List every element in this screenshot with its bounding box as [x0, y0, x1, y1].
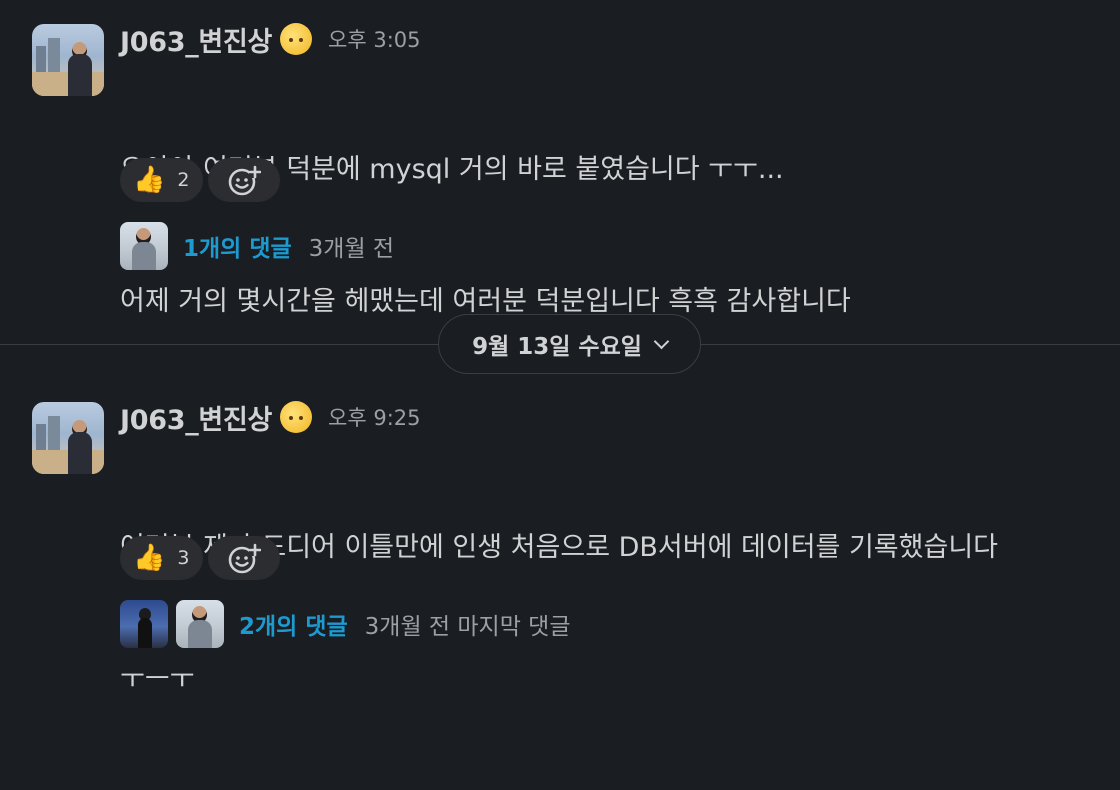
reply-count-link[interactable]: 2개의 댓글 — [239, 607, 348, 641]
reaction-thumbs-up[interactable]: 👍 3 — [120, 536, 204, 580]
avatar[interactable] — [32, 24, 104, 96]
reaction-count: 2 — [177, 169, 190, 191]
timestamp[interactable]: 오후 3:05 — [328, 24, 420, 54]
add-reaction-button[interactable] — [208, 158, 281, 202]
author-name[interactable]: J063_변진상 — [120, 20, 272, 59]
date-divider-button[interactable]: 9월 13일 수요일 — [438, 314, 701, 374]
message: J063_변진상 오후 9:25 여러분 제가 드디어 이틀만에 인생 처음으로… — [0, 378, 1120, 695]
thumbs-up-icon: 👍 — [133, 165, 166, 195]
add-reaction-button[interactable] — [208, 536, 281, 580]
reaction-thumbs-up[interactable]: 👍 2 — [120, 158, 204, 202]
reaction-count: 3 — [177, 547, 190, 569]
date-label: 9월 13일 수요일 — [472, 334, 642, 360]
message-header: J063_변진상 오후 3:05 — [120, 20, 421, 59]
avatar[interactable] — [32, 402, 104, 474]
reaction-bar: 👍 3 — [120, 536, 281, 580]
chevron-down-icon — [653, 333, 670, 349]
reply-avatar — [176, 600, 224, 648]
thread-replies[interactable]: 1개의 댓글 3개월 전 — [120, 222, 394, 270]
thread-replies[interactable]: 2개의 댓글 3개월 전 마지막 댓글 — [120, 600, 571, 648]
message: J063_변진상 오후 3:05 으아아 여러분 덕분에 mysql 거의 바로… — [0, 0, 1120, 317]
add-reaction-icon — [229, 165, 262, 196]
reply-count-link[interactable]: 1개의 댓글 — [183, 229, 292, 263]
message-line: ㅜㅡㅜ — [120, 664, 195, 695]
author-name[interactable]: J063_변진상 — [120, 398, 272, 437]
status-emoji-icon[interactable] — [280, 401, 313, 433]
reply-avatar — [120, 222, 168, 270]
reaction-bar: 👍 2 — [120, 158, 281, 202]
thumbs-up-icon: 👍 — [133, 543, 166, 573]
add-reaction-icon — [229, 543, 262, 574]
reply-avatar — [120, 600, 168, 648]
reply-timestamp: 3개월 전 마지막 댓글 — [364, 614, 571, 640]
timestamp[interactable]: 오후 9:25 — [328, 402, 420, 432]
message-header: J063_변진상 오후 9:25 — [120, 398, 421, 437]
reply-timestamp: 3개월 전 — [308, 236, 395, 262]
status-emoji-icon[interactable] — [280, 23, 313, 55]
